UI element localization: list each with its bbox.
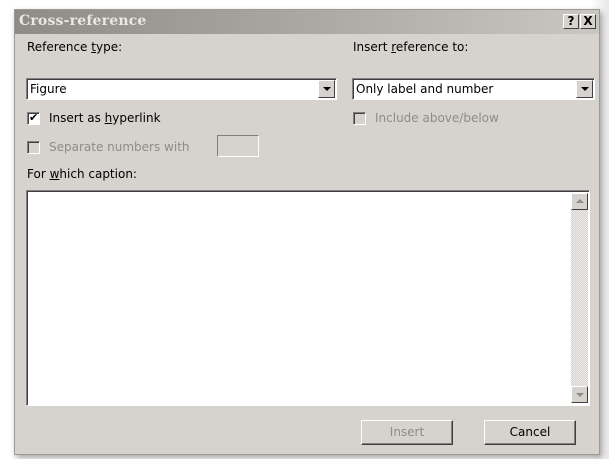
insert-reference-to-label: Insert reference to: (353, 40, 469, 54)
insert-reference-to-dropdown-arrow-icon[interactable] (576, 80, 593, 98)
insert-reference-to-value: Only label and number (356, 82, 494, 96)
separate-numbers-checkbox[interactable] (27, 141, 40, 154)
scroll-up-arrow-icon[interactable] (571, 193, 588, 210)
title-bar[interactable]: Cross-reference ? X (15, 10, 599, 34)
insert-reference-to-dropdown[interactable]: Only label and number (352, 78, 595, 100)
checkmark-icon: ✔ (29, 111, 39, 124)
separator-input[interactable] (217, 135, 259, 157)
reference-type-dropdown-arrow-icon[interactable] (318, 80, 335, 98)
reference-type-dropdown[interactable]: Figure (26, 78, 337, 100)
insert-button[interactable]: Insert (361, 420, 453, 445)
insert-as-hyperlink-label[interactable]: Insert as hyperlink (49, 111, 161, 125)
cancel-button[interactable]: Cancel (484, 420, 576, 445)
caption-listbox-scrollbar[interactable] (571, 193, 588, 403)
cross-reference-dialog: Cross-reference ? X Reference type: Figu… (14, 9, 600, 455)
separate-numbers-label: Separate numbers with (49, 140, 190, 154)
close-button[interactable]: X (580, 14, 596, 29)
reference-type-label: Reference type: (27, 40, 123, 54)
reference-type-value: Figure (30, 82, 67, 96)
dialog-title: Cross-reference (19, 13, 147, 29)
insert-as-hyperlink-checkbox[interactable]: ✔ (27, 111, 40, 125)
help-button[interactable]: ? (563, 14, 579, 29)
for-which-caption-label: For which caption: (27, 167, 137, 181)
scroll-down-arrow-icon[interactable] (571, 386, 588, 403)
include-above-below-checkbox[interactable] (353, 112, 366, 125)
include-above-below-label: Include above/below (375, 111, 499, 125)
caption-listbox[interactable] (26, 190, 590, 406)
